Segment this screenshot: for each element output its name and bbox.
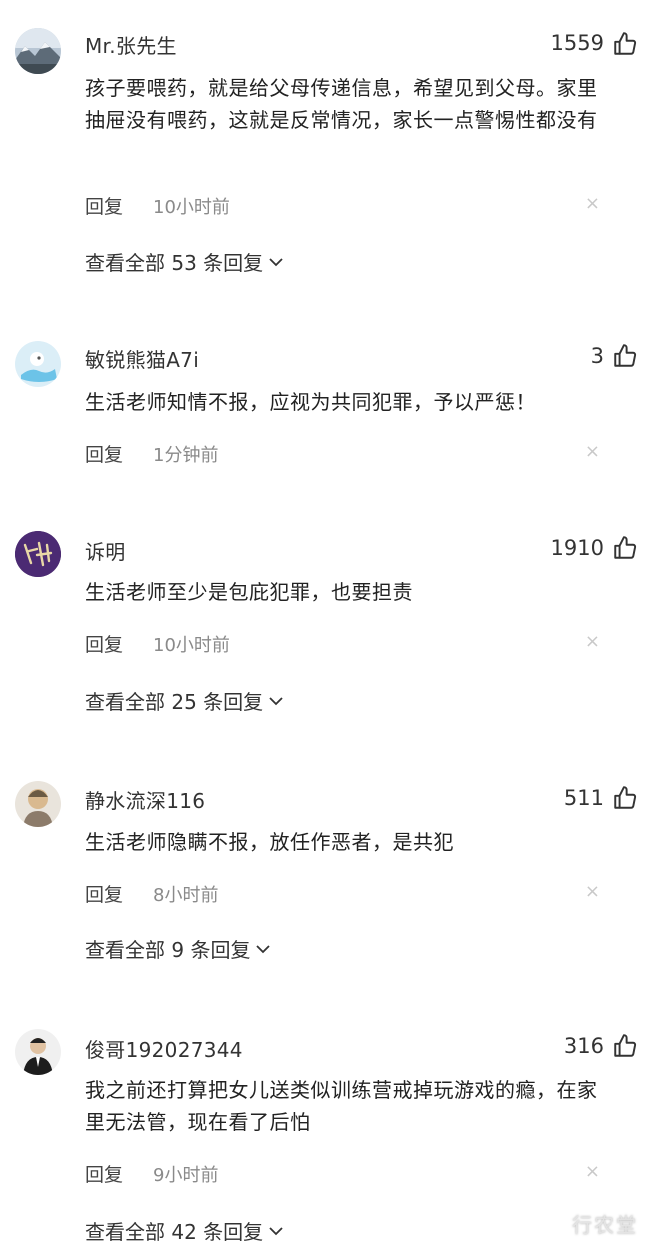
watermark: 行农堂 [572, 1213, 638, 1237]
thumbs-up-icon[interactable] [612, 1033, 638, 1059]
view-all-replies-button[interactable]: 查看全部 42 条回复 [85, 1216, 283, 1245]
view-all-replies-label: 查看全部 53 条回复 [85, 251, 264, 275]
avatar[interactable] [15, 1029, 61, 1075]
reply-button[interactable]: 回复 [85, 630, 123, 657]
user-name[interactable]: 诉明 [85, 536, 126, 565]
thumbs-up-icon[interactable] [612, 785, 638, 811]
comment-time: 10小时前 [153, 197, 230, 218]
close-icon[interactable]: × [585, 881, 600, 902]
comment-item: 静水流深116 511 生活老师隐瞒不报，放任作恶者，是共犯 回复 8小时前 ×… [0, 750, 652, 990]
chevron-down-icon [269, 1226, 283, 1235]
user-name[interactable]: 静水流深116 [85, 785, 205, 814]
close-icon[interactable]: × [585, 441, 600, 462]
close-icon[interactable]: × [585, 193, 600, 214]
comment-text: 我之前还打算把女儿送类似训练营戒掉玩游戏的瘾，在家里无法管，现在看了后怕 [85, 1078, 598, 1134]
like-count: 316 [563, 1034, 604, 1058]
close-icon[interactable]: × [585, 631, 600, 652]
like-count: 1559 [550, 31, 604, 55]
thumbs-up-icon[interactable] [612, 31, 638, 57]
like-count: 3 [590, 344, 604, 368]
like-count: 1910 [550, 536, 604, 560]
reply-button[interactable]: 回复 [85, 440, 123, 467]
comment-text: 生活老师隐瞒不报，放任作恶者，是共犯 [85, 830, 454, 854]
user-name[interactable]: 敏锐熊猫A7i [85, 344, 199, 373]
user-name[interactable]: 俊哥192027344 [85, 1034, 243, 1063]
close-icon[interactable]: × [585, 1161, 600, 1182]
user-name[interactable]: Mr.张先生 [85, 30, 177, 59]
avatar[interactable] [15, 531, 61, 577]
comment-time: 1分钟前 [153, 445, 219, 466]
chevron-down-icon [269, 257, 283, 266]
comment-time: 10小时前 [153, 635, 230, 656]
comment-item: 诉明 1910 生活老师至少是包庇犯罪，也要担责 回复 10小时前 × 查看全部… [0, 500, 652, 740]
view-all-replies-button[interactable]: 查看全部 53 条回复 [85, 247, 283, 276]
comment-item: Mr.张先生 1559 孩子要喂药，就是给父母传递信息，希望见到父母。家里抽屉没… [0, 0, 652, 300]
avatar[interactable] [15, 781, 61, 827]
comment-time: 9小时前 [153, 1165, 219, 1186]
avatar[interactable] [15, 341, 61, 387]
comment-item: 俊哥192027344 316 我之前还打算把女儿送类似训练营戒掉玩游戏的瘾，在… [0, 1000, 652, 1254]
comment-item: 敏锐熊猫A7i 3 生活老师知情不报，应视为共同犯罪，予以严惩！ 回复 1分钟前… [0, 300, 652, 480]
chevron-down-icon [269, 696, 283, 705]
reply-button[interactable]: 回复 [85, 1160, 123, 1187]
reply-button[interactable]: 回复 [85, 880, 123, 907]
view-all-replies-button[interactable]: 查看全部 9 条回复 [85, 934, 271, 963]
thumbs-up-icon[interactable] [612, 343, 638, 369]
view-all-replies-label: 查看全部 25 条回复 [85, 690, 264, 714]
view-all-replies-label: 查看全部 42 条回复 [85, 1220, 264, 1244]
view-all-replies-button[interactable]: 查看全部 25 条回复 [85, 686, 283, 715]
comment-text: 生活老师至少是包庇犯罪，也要担责 [85, 580, 413, 604]
comment-time: 8小时前 [153, 885, 219, 906]
like-count: 511 [563, 786, 604, 810]
comment-text: 孩子要喂药，就是给父母传递信息，希望见到父母。家里抽屉没有喂药，这就是反常情况，… [85, 76, 598, 132]
view-all-replies-label: 查看全部 9 条回复 [85, 938, 251, 962]
reply-button[interactable]: 回复 [85, 192, 123, 219]
chevron-down-icon [256, 944, 271, 953]
avatar[interactable] [15, 28, 61, 74]
thumbs-up-icon[interactable] [612, 535, 638, 561]
comment-text: 生活老师知情不报，应视为共同犯罪，予以严惩！ [85, 390, 536, 414]
